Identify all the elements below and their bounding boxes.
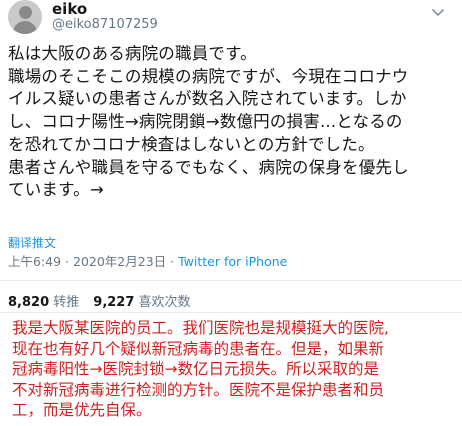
tweet-source-link[interactable]: Twitter for iPhone (178, 254, 287, 269)
likes-count: 9,227 (93, 295, 135, 310)
translation-line: 工，而是优先自保。 (12, 401, 152, 420)
tweet-line: 職場のそこそこの規模の病院ですが、今現在コロナウ (8, 66, 409, 86)
translate-tweet-link[interactable]: 翻译推文 (8, 234, 56, 251)
translation-line: 现在也有好几个疑似新冠病毒的患者在。但是，如果新 (12, 339, 385, 358)
tweet-line: 患者さんや職員を守るでもなく、病院の保身を優先し (8, 157, 409, 177)
tweet-line: し、コロナ陽性→病院閉鎖→数億円の損害...となるの (8, 112, 403, 132)
retweets-stat[interactable]: 8,820 转推 (8, 295, 79, 310)
translation-line: 不对新冠病毒进行检测的方针。医院不是保护患者和员 (12, 380, 385, 399)
user-handle[interactable]: @eiko87107259 (52, 17, 158, 32)
avatar-body-shape (13, 21, 37, 34)
chevron-down-icon[interactable] (430, 4, 446, 20)
likes-label: 喜欢次数 (138, 295, 191, 310)
tweet-line: 私は大阪のある病院の職員です。 (8, 44, 257, 63)
tweet-timestamp[interactable]: 上午6:49 · 2020年2月23日 · (8, 254, 178, 269)
avatar[interactable] (8, 0, 42, 34)
tweet-meta: 上午6:49 · 2020年2月23日 · Twitter for iPhone (8, 251, 287, 270)
tweet-line: イルス疑いの患者さんが数名入院されています。しか (8, 89, 407, 109)
tweet-stats: 8,820 转推 9,227 喜欢次数 (8, 291, 191, 310)
likes-stat[interactable]: 9,227 喜欢次数 (93, 295, 190, 310)
tweet-header: eiko @eiko87107259 (8, 0, 448, 34)
tweet-line: ています。→ (8, 180, 104, 200)
translation-line: 我是大阪某医院的员工。我们医院也是规模挺大的医院, (12, 319, 389, 337)
retweets-label: 转推 (53, 295, 80, 310)
translation-annotation: 我是大阪某医院的员工。我们医院也是规模挺大的医院, 现在也有好几个疑似新冠病毒的… (12, 318, 458, 421)
translation-line: 冠病毒阳性→医院封锁→数亿日元损失。所以采取的是 (12, 360, 379, 379)
tweet-line: を恐れてかコロナ検査はしないとの方針でした。 (8, 134, 375, 154)
avatar-head-shape (19, 6, 32, 19)
tweet-body: 私は大阪のある病院の職員です。 職場のそこそこの規模の病院ですが、今現在コロナウ… (8, 43, 458, 202)
retweets-count: 8,820 (8, 295, 50, 310)
display-name[interactable]: eiko (52, 0, 87, 18)
divider (0, 280, 462, 281)
divider (0, 312, 462, 313)
